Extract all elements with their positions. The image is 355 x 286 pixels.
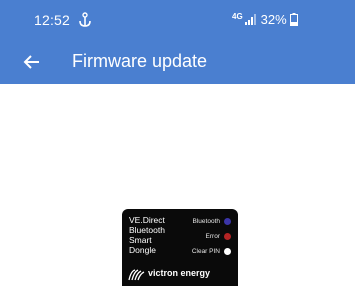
device-name-line: Dongle xyxy=(129,245,156,255)
device-image: VE.Direct Bluetooth Smart Dongle Bluetoo… xyxy=(122,209,238,286)
led-label-error: Error xyxy=(205,233,220,240)
device-name-line: Smart xyxy=(129,235,152,245)
led-label-bluetooth: Bluetooth xyxy=(192,218,220,225)
network-type: 4G xyxy=(232,12,243,21)
arrow-left-icon[interactable] xyxy=(22,52,42,72)
status-indicators: 4G 32% xyxy=(232,12,298,27)
error-led-icon xyxy=(224,233,231,240)
signal-icon xyxy=(244,14,256,25)
anchor-icon xyxy=(79,12,91,27)
bluetooth-led-icon xyxy=(224,218,231,225)
clear-pin-led-icon xyxy=(224,248,231,255)
page-title: Firmware update xyxy=(72,51,208,71)
status-time: 12:52 xyxy=(34,12,71,28)
victron-logo-icon xyxy=(128,269,145,281)
battery-icon xyxy=(289,13,298,26)
status-bar: 12:52 4G 32% xyxy=(0,0,355,40)
led-label-clear-pin: Clear PIN xyxy=(191,248,220,255)
brand-name: victron energy xyxy=(148,268,211,278)
app-bar: Firmware update xyxy=(0,40,355,84)
battery-percent: 32% xyxy=(260,12,287,27)
